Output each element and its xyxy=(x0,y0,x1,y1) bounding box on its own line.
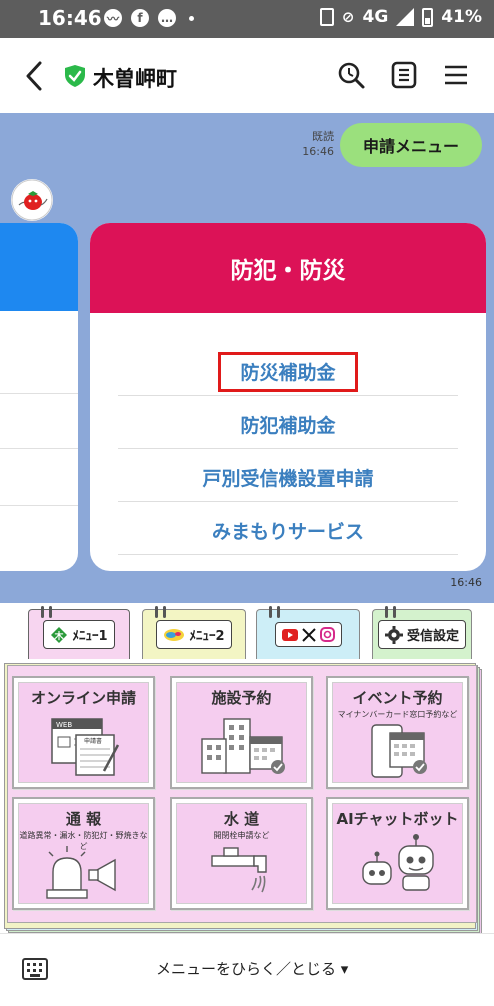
tile-ai-chatbot[interactable]: AIチャットボット xyxy=(326,797,469,910)
tile-online-application-title: オンライン申請 xyxy=(30,689,136,707)
form-label: 申請書 xyxy=(84,737,102,745)
card-item-bouhan-hojokin[interactable]: 防犯補助金 xyxy=(118,401,458,449)
tile-online-application[interactable]: オンライン申請 WEB 申請書 xyxy=(12,676,155,789)
robot-icon xyxy=(361,834,434,891)
chat-title: 木曽岬町 xyxy=(93,67,177,91)
messenger-icon: 〰 xyxy=(104,9,122,27)
read-label: 既読 xyxy=(312,130,334,143)
tile-report-title: 通 報 xyxy=(65,810,102,828)
card-item-kobetsu-jushinki[interactable]: 戸別受信機設置申請 xyxy=(118,454,458,502)
building-calendar-icon xyxy=(200,718,285,774)
town-emblem-icon: 木 xyxy=(51,626,68,643)
search-icon xyxy=(338,62,365,89)
outgoing-time: 16:46 xyxy=(302,145,334,158)
rich-menu: 受信設定 ﾒﾆｭｰ2 木 ﾒﾆｭｰ1 オンライン申請 WEB 申請書 施設予約 … xyxy=(0,603,494,935)
battery-icon xyxy=(422,7,434,27)
back-button[interactable] xyxy=(20,58,50,94)
incoming-time: 16:46 xyxy=(450,576,482,589)
vibrate-off-icon: ⊘ xyxy=(341,8,355,26)
tab-receive-settings-label: 受信設定 xyxy=(406,629,459,644)
instagram-icon xyxy=(319,627,335,642)
highlight-box xyxy=(218,352,358,392)
signal-icon xyxy=(396,8,415,26)
tile-event-reservation-subtitle: マイナンバーカード窓口予約など xyxy=(337,710,458,719)
keyboard-button[interactable] xyxy=(22,958,48,980)
carousel-card-bousai: 防犯・防災 防災補助金 防犯補助金 戸別受信機設置申請 みまもりサービス xyxy=(90,223,486,571)
chat-header: 木曽岬町 xyxy=(0,38,494,113)
previous-carousel-card[interactable] xyxy=(0,223,78,571)
outgoing-message-bubble[interactable]: 申請メニュー xyxy=(340,123,482,167)
tab-menu-2-label: ﾒﾆｭｰ2 xyxy=(189,629,225,644)
tile-water-supply-title: 水 道 xyxy=(223,810,260,828)
mascot-avatar-icon xyxy=(11,179,53,221)
youtube-icon xyxy=(281,628,298,641)
x-icon xyxy=(301,627,316,642)
phone-calendar-icon xyxy=(370,724,427,778)
svg-text:木: 木 xyxy=(54,630,65,642)
tab-menu-1-label: ﾒﾆｭｰ1 xyxy=(72,629,108,644)
gear-icon xyxy=(384,625,403,644)
web-label: WEB xyxy=(56,721,72,729)
tab-menu-2[interactable]: ﾒﾆｭｰ2 xyxy=(142,606,246,659)
note-button[interactable] xyxy=(390,60,420,90)
network-label: 4G xyxy=(362,7,389,27)
tile-water-supply-subtitle: 開閉栓申請など xyxy=(213,831,270,840)
status-bar: 16:46 〰 f … ⊘ 4G 41% xyxy=(0,0,494,38)
battery-label: 41% xyxy=(441,7,482,27)
status-time: 16:46 xyxy=(38,6,102,30)
tile-water-supply[interactable]: 水 道 開閉栓申請など xyxy=(170,797,313,910)
card-item-mimamori[interactable]: みまもりサービス xyxy=(118,507,458,555)
faucet-icon xyxy=(210,847,267,893)
chat-area[interactable]: 既読 16:46 申請メニュー 防犯・防災 防災補助金 防犯補助金 戸別受信機設… xyxy=(0,113,494,603)
menu-button[interactable] xyxy=(442,60,472,90)
outgoing-message-text: 申請メニュー xyxy=(362,137,459,156)
tab-receive-settings[interactable]: 受信設定 xyxy=(372,606,472,659)
siren-megaphone-icon xyxy=(45,846,116,899)
search-button[interactable] xyxy=(336,60,366,90)
facebook-icon: f xyxy=(131,9,149,27)
menu-panel: オンライン申請 WEB 申請書 施設予約 イベント予約 マイナンバーカード窓口予… xyxy=(7,665,477,923)
nfc-icon xyxy=(319,8,334,26)
note-icon xyxy=(391,61,417,89)
bottom-bar: メニューをひらく／とじる ▾ xyxy=(0,933,494,1006)
verified-shield-icon xyxy=(65,65,85,87)
chat-bubble-icon: … xyxy=(158,9,176,27)
more-notifications-icon xyxy=(189,15,194,21)
avatar[interactable] xyxy=(11,179,53,221)
tile-event-reservation-title: イベント予約 xyxy=(352,689,443,707)
tile-facility-reservation[interactable]: 施設予約 xyxy=(170,676,313,789)
tile-event-reservation[interactable]: イベント予約 マイナンバーカード窓口予約など xyxy=(326,676,469,789)
menu-icon xyxy=(445,65,467,85)
map-icon xyxy=(164,628,185,641)
tab-sns[interactable] xyxy=(256,606,360,659)
tile-facility-reservation-title: 施設予約 xyxy=(211,689,272,707)
tab-menu-1[interactable]: 木 ﾒﾆｭｰ1 xyxy=(28,606,130,659)
online-form-icon: WEB 申請書 xyxy=(50,718,119,776)
toggle-menu-button[interactable]: メニューをひらく／とじる ▾ xyxy=(156,958,348,979)
back-icon xyxy=(26,61,42,91)
read-receipt: 既読 16:46 xyxy=(300,129,334,159)
card-title: 防犯・防災 xyxy=(90,223,486,313)
tile-ai-chatbot-title: AIチャットボット xyxy=(336,810,459,828)
tile-report[interactable]: 通 報 道路異常・漏水・防犯灯・野焼きなど xyxy=(12,797,155,910)
